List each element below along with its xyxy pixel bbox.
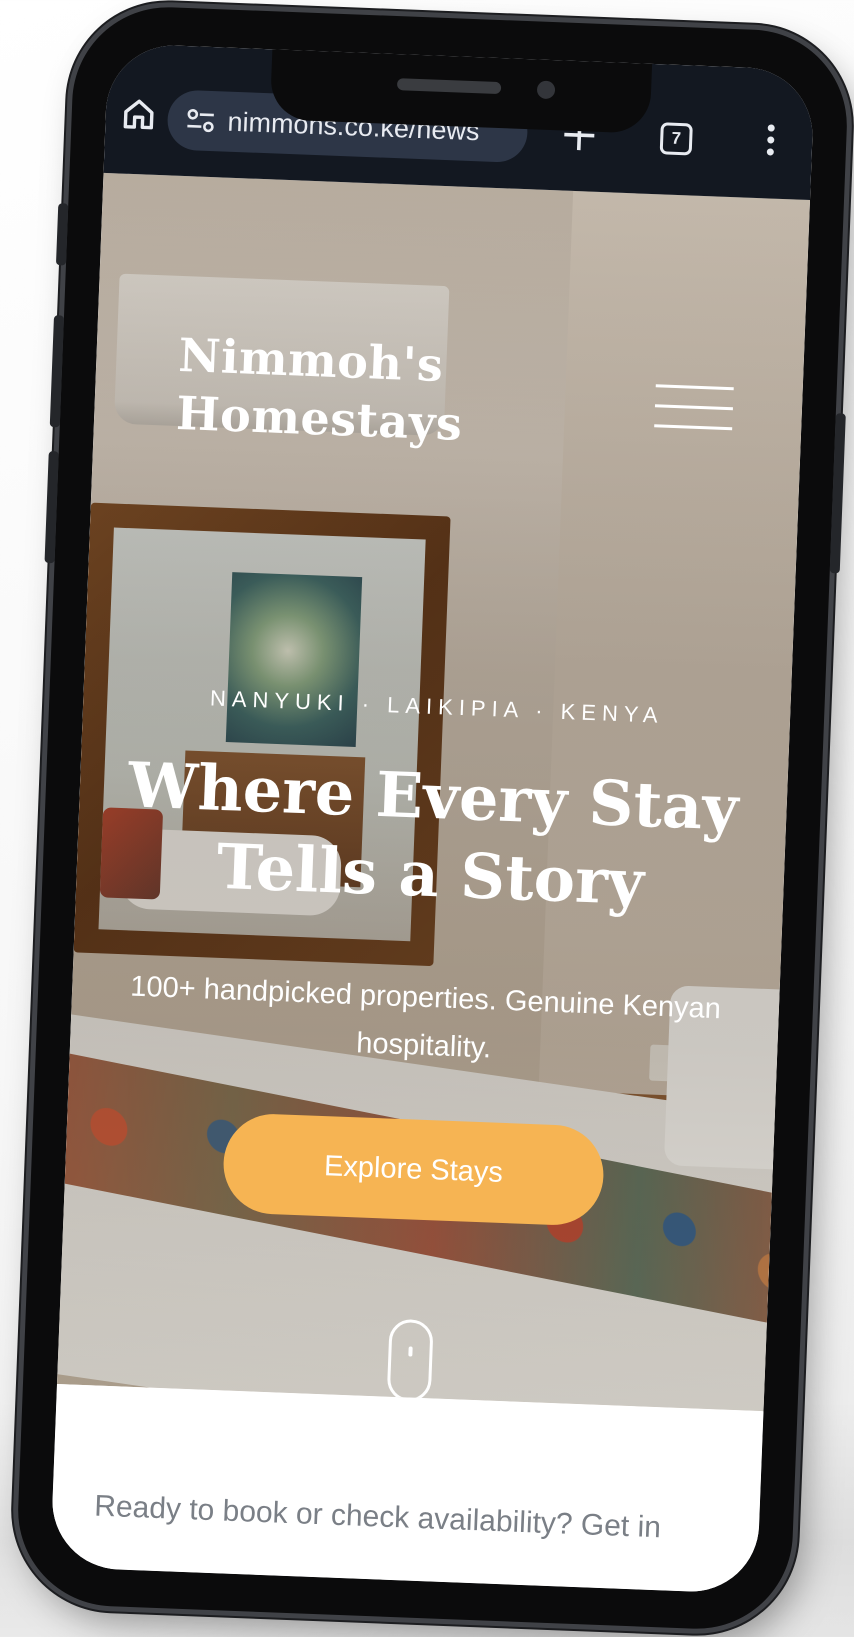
hero-section: Nimmoh's Homestays NANYUKI · LAIKIPIA · … [56,172,811,1412]
hamburger-menu-icon[interactable] [654,384,736,433]
overflow-menu-icon[interactable] [764,124,775,162]
scroll-wheel-dot [408,1346,413,1357]
site-settings-icon[interactable] [185,107,216,134]
phone-mockup: nimmohs.co.ke/news 7 Nimmoh's Homestays … [14,3,851,1633]
home-icon[interactable] [121,96,156,131]
contact-section: Ready to book or check availability? Get… [49,1384,764,1595]
phone-screen: nimmohs.co.ke/news 7 Nimmoh's Homestays … [49,42,815,1595]
site-logo-line1[interactable]: Nimmoh's [177,326,465,395]
site-logo-line2[interactable]: Homestays [175,384,463,453]
site-logo[interactable]: Nimmoh's Homestays [175,326,465,453]
scroll-down-mouse-icon[interactable] [386,1318,434,1403]
contact-prompt: Ready to book or check availability? Get… [93,1489,662,1545]
earpiece-speaker [396,78,501,95]
front-camera [536,80,555,100]
hero-headline: Where Every Stay Tells a Story [76,744,788,927]
explore-stays-button[interactable]: Explore Stays [221,1112,606,1227]
phone-notch [269,49,652,134]
tab-switcher-icon[interactable]: 7 [659,122,693,156]
